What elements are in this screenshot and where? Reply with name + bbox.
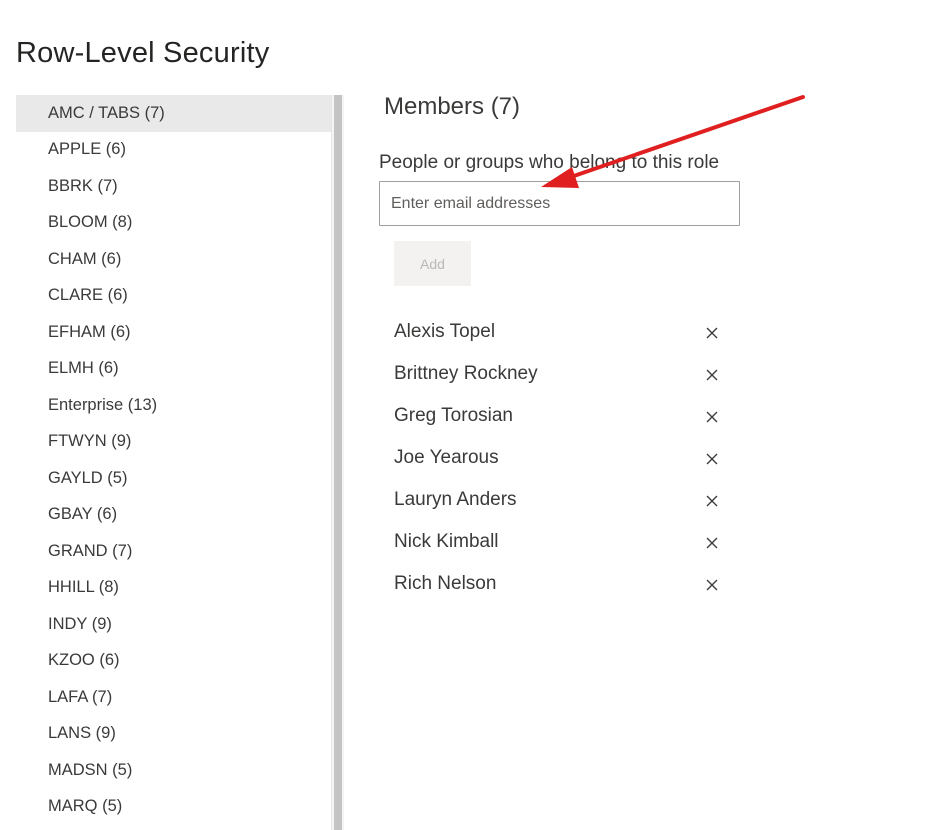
role-list-scrollbar[interactable] — [331, 95, 344, 830]
member-list: Alexis Topel Brittney Rockney Greg Torosia… — [394, 311, 734, 605]
role-list-scrollbar-thumb[interactable] — [334, 95, 342, 830]
add-button[interactable]: Add — [394, 241, 471, 286]
member-name: Greg Torosian — [394, 405, 513, 426]
email-input[interactable] — [379, 181, 740, 226]
member-name: Brittney Rockney — [394, 363, 538, 384]
role-item[interactable]: LAFA (7) — [16, 679, 331, 716]
member-row: Greg Torosian — [394, 395, 734, 437]
role-item[interactable]: BBRK (7) — [16, 168, 331, 205]
member-row: Alexis Topel — [394, 311, 734, 353]
role-item-label: BLOOM (8) — [48, 213, 133, 232]
role-item[interactable]: CHAM (6) — [16, 241, 331, 278]
page-title: Row-Level Security — [16, 37, 270, 70]
role-item[interactable]: HHILL (8) — [16, 570, 331, 607]
close-icon[interactable] — [704, 493, 720, 509]
role-item-label: LANS (9) — [48, 724, 116, 743]
members-field-label: People or groups who belong to this role — [379, 152, 720, 173]
close-icon[interactable] — [704, 535, 720, 551]
member-row: Lauryn Anders — [394, 479, 734, 521]
role-item[interactable]: Enterprise (13) — [16, 387, 331, 424]
role-item-label: BBRK (7) — [48, 176, 118, 195]
role-item[interactable]: BLOOM (8) — [16, 205, 331, 242]
role-item-label: MARQ (5) — [48, 797, 123, 816]
role-item-label: GBAY (6) — [48, 505, 118, 524]
role-item-label: FTWYN (9) — [48, 432, 132, 451]
role-item-label: INDY (9) — [48, 614, 112, 633]
role-item[interactable]: LANS (9) — [16, 716, 331, 753]
role-item[interactable]: APPLE (6) — [16, 132, 331, 169]
member-name: Rich Nelson — [394, 573, 497, 594]
role-item[interactable]: EFHAM (6) — [16, 314, 331, 351]
close-icon[interactable] — [704, 367, 720, 383]
rls-dialog: Row-Level Security AMC / TABS (7) APPLE (… — [0, 0, 945, 830]
member-name: Lauryn Anders — [394, 489, 517, 510]
members-heading: Members (7) — [384, 93, 521, 120]
role-item[interactable]: ELMH (6) — [16, 351, 331, 388]
member-row: Nick Kimball — [394, 521, 734, 563]
role-item-label: Enterprise (13) — [48, 395, 158, 414]
role-item-label: ELMH (6) — [48, 359, 119, 378]
role-list: AMC / TABS (7) APPLE (6) BBRK (7) BLOOM (8)… — [16, 95, 331, 830]
member-name: Joe Yearous — [394, 447, 499, 468]
role-item-label: GAYLD (5) — [48, 468, 128, 487]
role-item-label: CLARE (6) — [48, 286, 128, 305]
role-item[interactable]: INDY (9) — [16, 606, 331, 643]
member-row: Brittney Rockney — [394, 353, 734, 395]
role-item-label: APPLE (6) — [48, 140, 126, 159]
role-item[interactable]: CLARE (6) — [16, 278, 331, 315]
role-item[interactable]: GAYLD (5) — [16, 460, 331, 497]
role-item-label: AMC / TABS (7) — [48, 103, 165, 122]
role-item-label: HHILL (8) — [48, 578, 119, 597]
role-item-label: GRAND (7) — [48, 541, 133, 560]
member-row: Rich Nelson — [394, 563, 734, 605]
role-item-label: CHAM (6) — [48, 249, 122, 268]
role-item[interactable]: GRAND (7) — [16, 533, 331, 570]
role-item[interactable]: GBAY (6) — [16, 497, 331, 534]
role-item[interactable]: MARQ (5) — [16, 789, 331, 826]
close-icon[interactable] — [704, 409, 720, 425]
role-item[interactable]: KZOO (6) — [16, 643, 331, 680]
role-item-label: MADSN (5) — [48, 760, 133, 779]
role-item-label: EFHAM (6) — [48, 322, 131, 341]
member-row: Joe Yearous — [394, 437, 734, 479]
close-icon[interactable] — [704, 325, 720, 341]
role-item[interactable]: FTWYN (9) — [16, 424, 331, 461]
role-item-label: LAFA (7) — [48, 687, 113, 706]
close-icon[interactable] — [704, 577, 720, 593]
member-name: Nick Kimball — [394, 531, 499, 552]
member-name: Alexis Topel — [394, 321, 496, 342]
close-icon[interactable] — [704, 451, 720, 467]
role-item[interactable]: MADSN (5) — [16, 752, 331, 789]
role-item-label: KZOO (6) — [48, 651, 120, 670]
role-item[interactable]: AMC / TABS (7) — [16, 95, 331, 132]
